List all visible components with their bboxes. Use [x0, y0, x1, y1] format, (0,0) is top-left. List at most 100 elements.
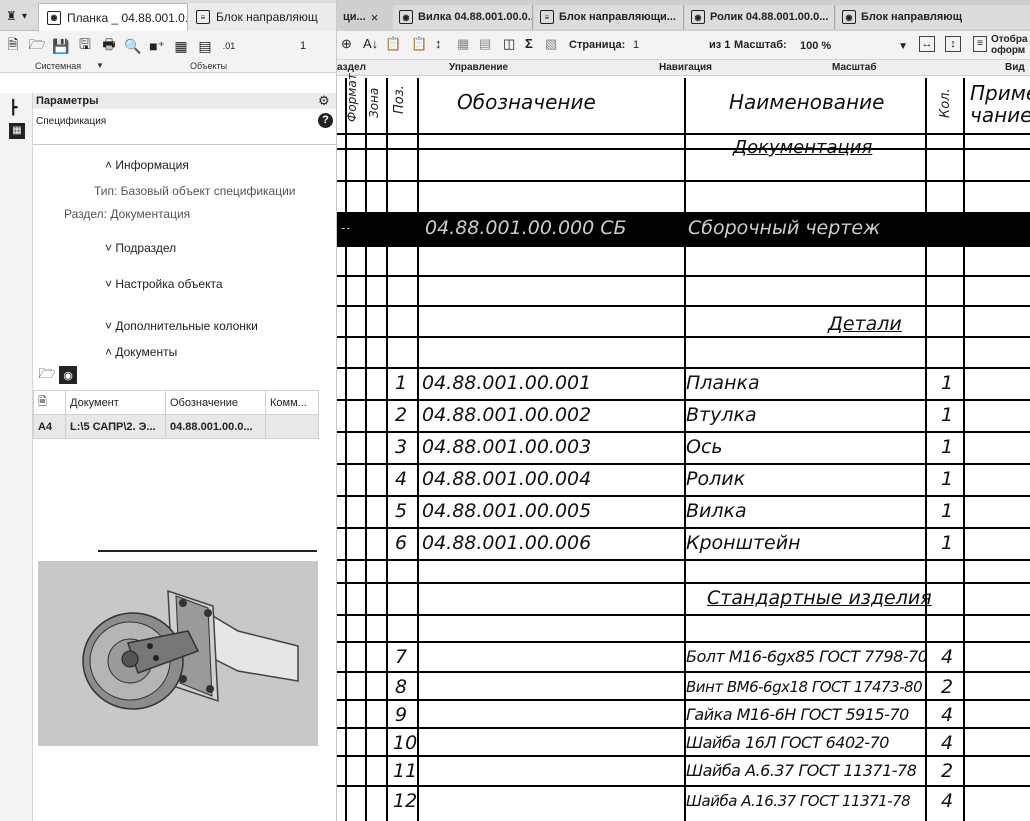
qty-cell: 1: [941, 372, 954, 394]
display-label[interactable]: Отобра оформ: [991, 34, 1028, 56]
pos-cell: 12: [393, 790, 418, 812]
add-section-icon[interactable]: ▦: [172, 37, 190, 55]
new-file-icon[interactable]: 🗎: [4, 36, 22, 55]
part-doc-icon: ◉: [47, 10, 61, 25]
tab-assembly-spec[interactable]: ≡ Блок направляющи...: [534, 5, 684, 29]
left-tab-bar: ♜ ▾ ◉ Планка _ 04.88.001.0... ≡ Блок нап…: [0, 0, 336, 31]
section-tool-icon[interactable]: ⊕: [341, 36, 352, 52]
panel-subtitle: Спецификация: [33, 109, 336, 145]
name-cell: Ролик: [686, 468, 746, 490]
grid-line: [337, 559, 1030, 561]
filter-icon[interactable]: ▧: [545, 36, 557, 52]
grid-line: [337, 495, 1030, 497]
qty-cell: 1: [941, 436, 954, 458]
sort-icon[interactable]: A↓: [363, 36, 378, 51]
designation-cell: 04.88.001.00.001: [422, 372, 592, 394]
grid-line: [337, 463, 1030, 465]
grid-line: [684, 78, 686, 821]
group-label: Навигация: [659, 62, 712, 73]
sum-icon[interactable]: Σ: [525, 36, 533, 51]
paste-icon[interactable]: 📋: [411, 36, 427, 52]
copy-icon[interactable]: 📋: [385, 36, 401, 52]
header-note: Приме- чание: [970, 81, 1030, 127]
header-qty: Кол.: [938, 88, 953, 118]
preview-icon[interactable]: 🔍: [124, 37, 142, 55]
save-icon[interactable]: 💾: [52, 37, 70, 55]
table-row[interactable]: A4 L:\5 САПР\2. Э... 04.88.001.00.0...: [33, 414, 319, 439]
close-icon[interactable]: ×: [371, 10, 379, 25]
left-toolbar-groups: Системная ▼ Объекты: [0, 61, 336, 73]
info-section-toggle[interactable]: ˄ Информация: [105, 158, 189, 172]
pos-cell: 5: [395, 500, 408, 522]
page-input[interactable]: 1: [633, 39, 639, 51]
scale-select[interactable]: 100 % ▼: [796, 36, 912, 56]
qty-cell: 1: [941, 404, 954, 426]
group-label: Объекты: [190, 61, 228, 71]
document-cell: L:\5 САПР\2. Э...: [65, 414, 166, 439]
column-header[interactable]: Комм...: [265, 390, 319, 415]
tab-vilka[interactable]: ◉ Вилка 04.88.001.00.0...: [393, 5, 533, 29]
qty-cell: 4: [941, 790, 954, 812]
open-folder-icon[interactable]: 🗁: [38, 365, 56, 384]
home-icon[interactable]: ♜: [6, 6, 17, 26]
designation-cell: 04.88.001.00.005: [422, 500, 592, 522]
assembly-name: Сборочный чертеж: [688, 217, 881, 239]
tab-assembly[interactable]: ≡ Блок направляющ: [188, 3, 336, 31]
splitter[interactable]: [98, 550, 317, 552]
eye-icon[interactable]: ◉: [59, 366, 77, 384]
add-object-icon[interactable]: ■⁺: [148, 37, 166, 55]
qty-cell: 1: [941, 500, 954, 522]
group-label: аздел: [337, 62, 366, 73]
panel-title: Параметры: [33, 93, 336, 109]
fit-height-icon[interactable]: ↕: [945, 36, 961, 52]
object-settings-toggle[interactable]: ˅ Настройка объекта: [105, 277, 223, 291]
group-label: Управление: [449, 62, 509, 73]
section-line: Раздел: Документация: [64, 207, 191, 221]
tab-planka[interactable]: ◉ Планка _ 04.88.001.0...: [38, 3, 188, 31]
split-icon[interactable]: ▤: [479, 36, 491, 52]
group-label: Масштаб: [832, 62, 877, 73]
page-count: из 1: [709, 39, 731, 51]
gear-icon[interactable]: ⚙: [318, 93, 330, 109]
grid-line: [337, 399, 1030, 401]
renumber-icon[interactable]: ↕: [435, 36, 442, 51]
open-folder-icon[interactable]: 🗁: [28, 36, 46, 55]
designation-cell: 04.88.001.00.003: [422, 436, 592, 458]
tab-label: ци...: [343, 11, 366, 23]
chevron-down-icon[interactable]: ▼: [96, 61, 104, 70]
name-cell: Вилка: [686, 500, 747, 522]
column-header[interactable]: Документ: [65, 390, 166, 415]
save-as-icon[interactable]: 🖫: [76, 36, 94, 55]
subsection-toggle[interactable]: ˅ Подраздел: [105, 241, 176, 255]
grid-line: [337, 431, 1030, 433]
tree-icon[interactable]: ┣: [9, 99, 17, 116]
numbering-icon[interactable]: .01: [220, 37, 238, 55]
tab-spec-active[interactable]: ци... ×: [337, 5, 391, 29]
add-row-icon[interactable]: ▤: [196, 37, 214, 55]
qty-cell: 2: [941, 760, 954, 782]
qty-cell: 1: [941, 532, 954, 554]
grid-line: [337, 755, 1030, 757]
tab-rolik[interactable]: ◉ Ролик 04.88.001.00.0...: [685, 5, 835, 29]
parameters-panel-icon[interactable]: ▦: [9, 123, 25, 139]
documents-toggle[interactable]: ˄ Документы: [105, 345, 177, 359]
grid-line: [337, 785, 1030, 787]
grid-line: [417, 78, 419, 821]
documents-table: 🗎 Документ Обозначение Комм... A4 L:\5 С…: [33, 390, 319, 439]
scale-label: Масштаб:: [734, 39, 787, 51]
chevron-up-icon: ˄: [105, 158, 113, 172]
print-icon[interactable]: 🖶: [100, 36, 118, 55]
extra-columns-toggle[interactable]: ˅ Дополнительные колонки: [105, 319, 258, 333]
name-cell: Шайба А.16.37 ГОСТ 11371-78: [686, 792, 911, 810]
merge-icon[interactable]: ▦: [457, 36, 469, 52]
tab-assembly-2[interactable]: ◉ Блок направляющ: [836, 5, 1030, 29]
table-icon[interactable]: ◫: [503, 36, 515, 52]
designation-cell: 04.88.001.00.004: [422, 468, 592, 490]
column-header[interactable]: Обозначение: [165, 390, 266, 415]
tabs-menu-chevron-icon[interactable]: ▾: [22, 6, 27, 26]
help-icon[interactable]: ?: [318, 113, 333, 128]
assembly-3d-preview: [82, 589, 299, 710]
display-doc-icon[interactable]: ≡: [973, 36, 987, 52]
grid-line: [365, 78, 367, 821]
fit-width-icon[interactable]: ↔: [919, 36, 935, 52]
